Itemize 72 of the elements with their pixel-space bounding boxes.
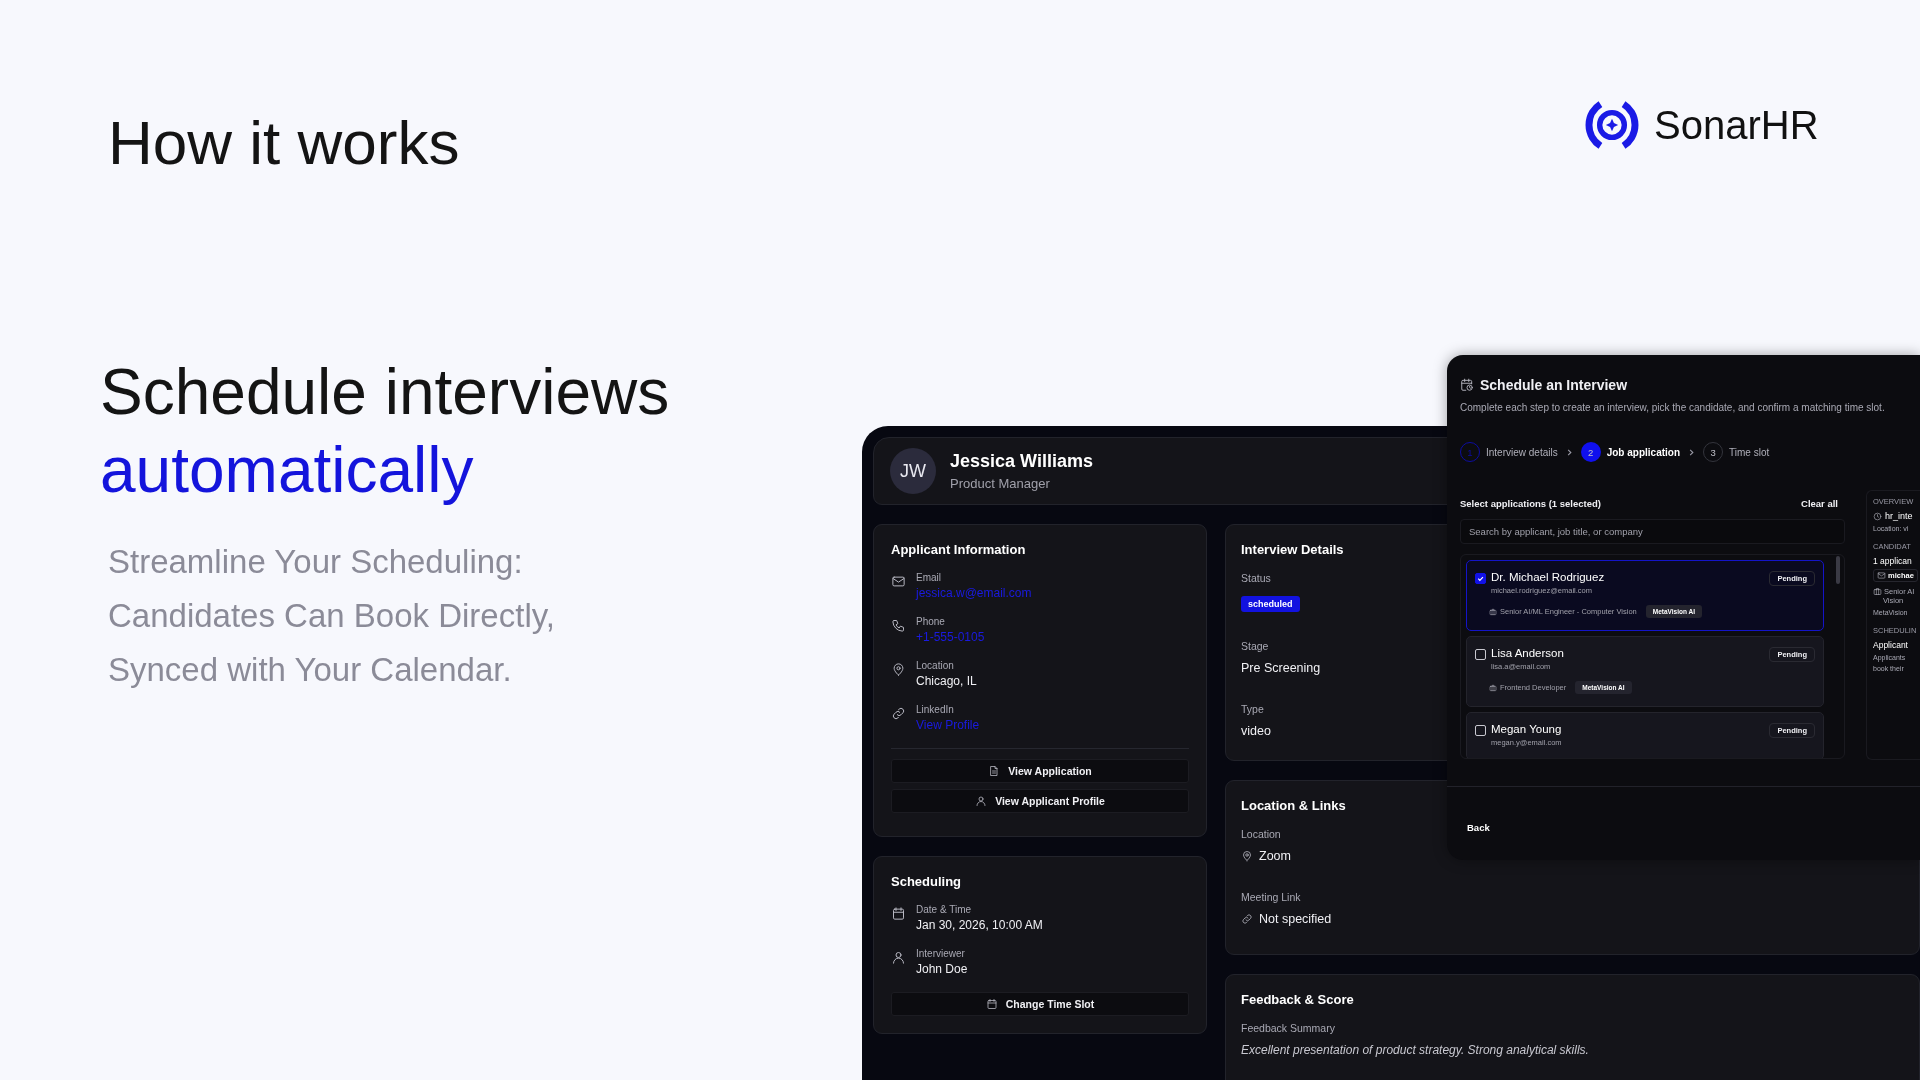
calendar-clock-icon <box>1460 378 1474 392</box>
list-title: Select applications (1 selected) <box>1460 498 1601 509</box>
card-title: Location & Links <box>1241 798 1346 813</box>
calendar-icon <box>985 998 998 1010</box>
applicant-role: Product Manager <box>950 476 1051 491</box>
field-label: Status <box>1241 572 1271 584</box>
field-label: Interviewer <box>916 948 966 959</box>
action-button[interactable]: View Applicant Profile <box>891 789 1189 813</box>
field-label: Feedback Summary <box>1241 1022 1335 1034</box>
subtitle-line: Streamline Your Scheduling: <box>108 542 524 582</box>
card-title: Interview Details <box>1241 542 1344 557</box>
overview-text: Applicant <box>1873 640 1908 650</box>
field-value: Pre Screening <box>1241 661 1321 675</box>
field-label: Location <box>916 660 955 671</box>
field-value: Chicago, IL <box>916 674 977 688</box>
document-icon <box>988 765 1001 777</box>
headline-accent: automatically <box>100 433 475 508</box>
checkbox[interactable] <box>1475 573 1486 584</box>
field-label: Type <box>1241 703 1264 715</box>
field-label: Location <box>1241 828 1281 840</box>
phone-icon <box>891 618 906 633</box>
applicant-name: Jessica Williams <box>950 451 1093 472</box>
dialog-title: Schedule an Interview <box>1480 377 1628 393</box>
subtitle-line: Candidates Can Book Directly, <box>108 596 556 636</box>
step-label[interactable]: Job application <box>1606 446 1681 458</box>
clear-all-link[interactable]: Clear all <box>1801 498 1838 509</box>
headline: Schedule interviews <box>100 355 670 430</box>
card-title: Feedback & Score <box>1241 992 1354 1007</box>
brand-name: SonarHR <box>1654 102 1819 148</box>
page-heading: How it works <box>108 112 461 174</box>
mail-icon <box>891 574 906 589</box>
calendar-icon <box>891 906 906 921</box>
applicant-name: Lisa Anderson <box>1491 647 1565 659</box>
clock-icon <box>1873 511 1882 521</box>
applicant-name: Megan Young <box>1491 723 1563 735</box>
step-number[interactable]: 2 <box>1580 442 1601 462</box>
search-field[interactable]: Search by applicant, job title, or company <box>1460 519 1845 544</box>
back-button[interactable]: Back <box>1465 818 1492 837</box>
action-button[interactable]: Change Time Slot <box>891 992 1189 1016</box>
feedback-text: Excellent presentation of product strategy. Strong analytical skills. <box>1241 1043 1590 1057</box>
field-value: John Doe <box>916 962 968 976</box>
field-label: Date & Time <box>916 904 973 915</box>
field-label: Email <box>916 572 942 583</box>
applicant-name: Dr. Michael Rodriguez <box>1491 571 1606 583</box>
step-label[interactable]: Time slot <box>1729 446 1770 458</box>
field-label: Stage <box>1241 640 1269 652</box>
map-pin-icon <box>891 662 906 677</box>
overview-text: 1 applican <box>1873 556 1912 566</box>
action-button[interactable]: View Application <box>891 759 1189 783</box>
field-label: Phone <box>916 616 946 627</box>
field-value: video <box>1241 724 1271 738</box>
status-badge: scheduled <box>1241 596 1300 612</box>
overview-text: hr_inte <box>1885 511 1913 521</box>
chevron-icon <box>1687 447 1697 457</box>
map-pin-icon <box>1241 850 1253 862</box>
field-label: Meeting Link <box>1241 891 1301 903</box>
mail-icon <box>1877 571 1886 580</box>
link-icon <box>891 706 906 721</box>
person-icon <box>975 795 988 807</box>
scrollbar <box>1836 556 1840 584</box>
step-label[interactable]: Interview details <box>1486 446 1558 458</box>
field-label: LinkedIn <box>916 704 955 715</box>
card-title: Scheduling <box>891 874 962 889</box>
person-icon <box>891 950 906 965</box>
dialog-description: Complete each step to create an interview, pick the candidate, and confirm a matching time slot. <box>1460 402 1886 413</box>
subtitle-line: Synced with Your Calendar. <box>108 650 513 690</box>
link-icon <box>1241 913 1253 925</box>
avatar: JW <box>890 448 936 494</box>
card-title: Applicant Information <box>891 542 1026 557</box>
field-value: Not specified <box>1259 912 1332 926</box>
field-value: Zoom <box>1259 849 1291 863</box>
field-value: Jan 30, 2026, 10:00 AM <box>916 918 1043 932</box>
